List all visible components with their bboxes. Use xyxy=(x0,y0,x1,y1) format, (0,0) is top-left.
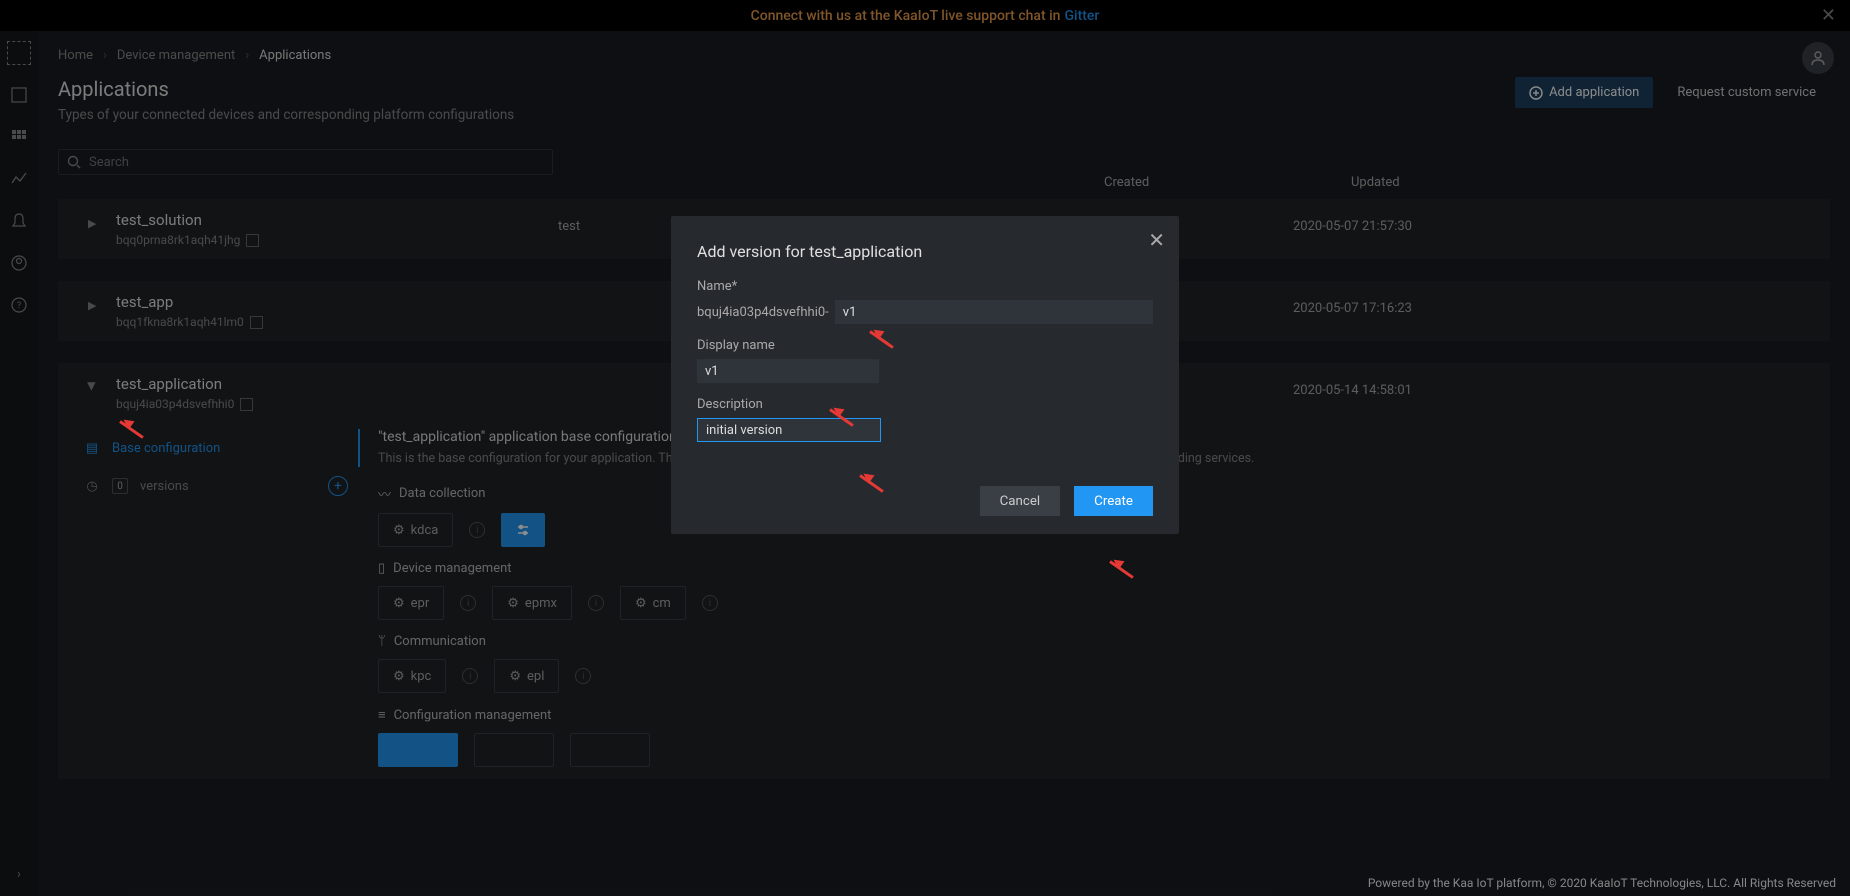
modal-backdrop: ✕ Add version for test_application Name*… xyxy=(0,0,1850,896)
description-input[interactable] xyxy=(697,418,881,442)
display-name-input[interactable] xyxy=(697,359,879,383)
description-label: Description xyxy=(697,397,1153,412)
name-prefix: bquj4ia03p4dsvefhhi0- xyxy=(697,305,829,320)
cancel-button[interactable]: Cancel xyxy=(980,486,1061,516)
modal-title: Add version for test_application xyxy=(697,242,1153,261)
display-name-label: Display name xyxy=(697,338,1153,353)
name-input[interactable] xyxy=(835,300,1153,324)
footer-text: Powered by the Kaa IoT platform, © 2020 … xyxy=(1368,876,1836,890)
create-button[interactable]: Create xyxy=(1074,486,1153,516)
name-label: Name* xyxy=(697,279,1153,294)
add-version-modal: ✕ Add version for test_application Name*… xyxy=(671,216,1179,534)
modal-close-icon[interactable]: ✕ xyxy=(1148,228,1165,252)
